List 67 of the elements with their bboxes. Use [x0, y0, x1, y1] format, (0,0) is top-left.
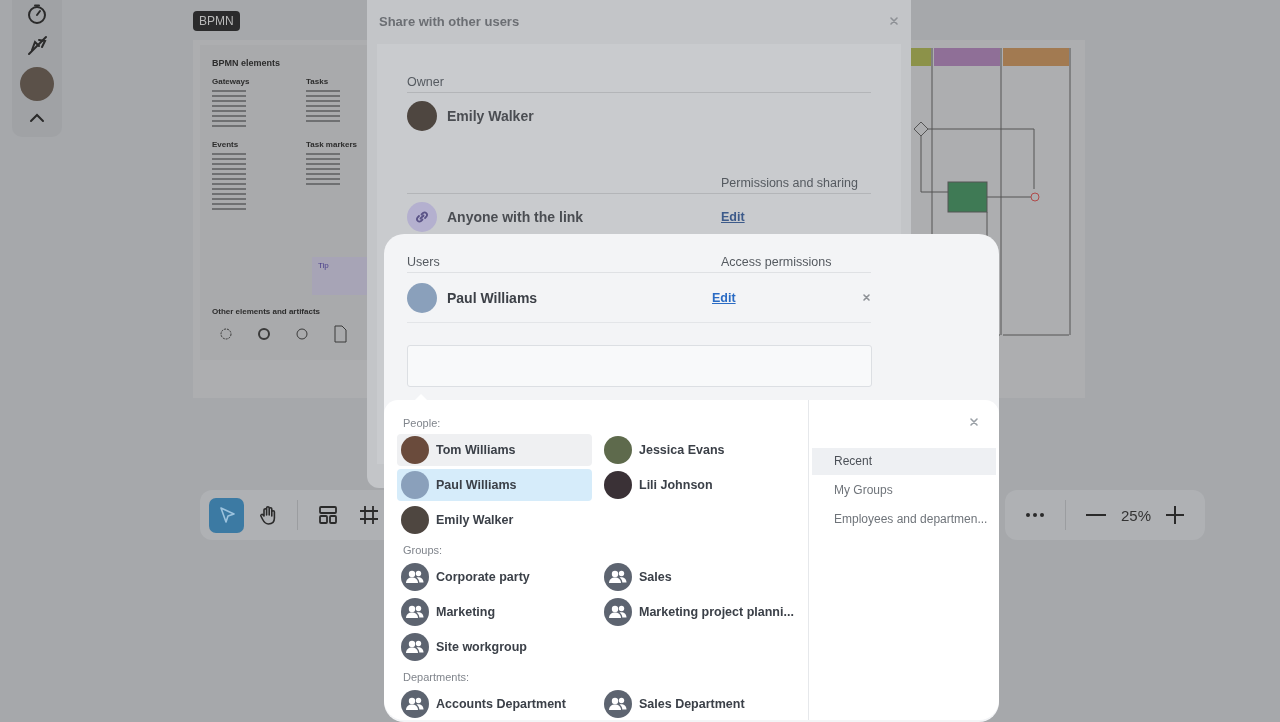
owner-avatar [407, 101, 437, 131]
zoom-level: 25% [1120, 506, 1151, 524]
user-avatar [401, 436, 429, 464]
element-list-drawing [212, 153, 246, 210]
tip-title: Tip [318, 261, 329, 270]
person-item[interactable]: Emily Walker [397, 504, 592, 536]
element-list-drawing [306, 153, 340, 185]
library-title: BPMN elements [212, 58, 282, 68]
board-label: BPMN [193, 11, 240, 31]
element-list-drawing [306, 90, 340, 122]
edit-link[interactable]: Edit [721, 210, 745, 224]
user-avatar [407, 282, 437, 313]
element-list-drawing [212, 90, 246, 127]
user-avatar [401, 506, 429, 534]
link-sharing-label: Anyone with the link [447, 209, 584, 225]
group-icon [401, 633, 429, 661]
section-title: Task markers [306, 140, 358, 149]
plus-icon [1165, 506, 1186, 524]
column-header: Users [407, 255, 440, 269]
user-avatar [604, 436, 632, 464]
category-item[interactable]: My Groups [812, 477, 996, 504]
group-icon [604, 563, 632, 591]
section-heading: People: [403, 417, 442, 429]
section-heading: Groups: [403, 544, 444, 556]
section-heading: Departments: [403, 671, 471, 683]
dialog-title: Share with other users [379, 14, 520, 29]
group-item[interactable]: Marketing project planni... [600, 596, 800, 628]
section-title: Gateways [212, 77, 251, 86]
group-item[interactable]: Site workgroup [397, 631, 592, 663]
close-icon[interactable] [969, 417, 979, 427]
user-name: Paul Williams [447, 289, 538, 306]
user-search-field[interactable] [407, 345, 872, 387]
layout-icon [317, 505, 338, 525]
person-item[interactable]: Paul Williams [397, 469, 592, 501]
user-avatar [604, 471, 632, 499]
person-item[interactable]: Lili Johnson [600, 469, 800, 501]
group-item[interactable]: Marketing [397, 596, 592, 628]
column-header: Permissions and sharing [721, 176, 859, 190]
owner-name: Emily Walker [447, 108, 534, 124]
group-item[interactable]: Accounts Department [397, 688, 592, 720]
frame-icon [358, 505, 379, 525]
person-item[interactable]: Jessica Evans [600, 434, 800, 466]
group-item[interactable]: Sales Department [600, 688, 800, 720]
pen-off-icon[interactable] [26, 34, 48, 56]
group-icon [401, 563, 429, 591]
caret-up-icon[interactable] [29, 112, 45, 124]
group-icon [401, 598, 429, 626]
more-icon [1024, 512, 1045, 518]
person-item[interactable]: Tom Williams [397, 434, 592, 466]
group-item[interactable]: Corporate party [397, 561, 592, 593]
link-icon [407, 202, 437, 232]
owner-label: Owner [407, 75, 444, 89]
section-title: Other elements and artifacts [212, 307, 321, 316]
group-item[interactable]: Sales [600, 561, 800, 593]
group-icon [604, 598, 632, 626]
user-avatar [20, 67, 54, 102]
category-item[interactable]: Employees and departmen... [812, 506, 996, 533]
minus-icon [1086, 514, 1107, 516]
hand-icon [257, 505, 278, 525]
timer-icon[interactable] [27, 3, 47, 24]
category-item[interactable]: Recent [812, 448, 996, 475]
edit-link[interactable]: Edit [712, 290, 736, 305]
column-header: Access permissions [721, 255, 833, 269]
user-avatar [401, 471, 429, 499]
section-title: Tasks [306, 77, 330, 86]
remove-icon[interactable] [862, 293, 871, 302]
section-title: Events [212, 140, 240, 149]
